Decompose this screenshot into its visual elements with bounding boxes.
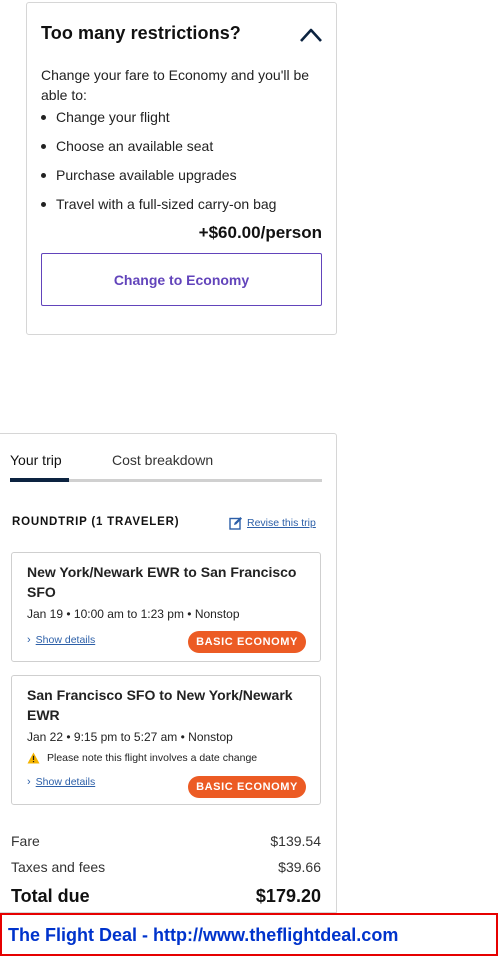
date-change-text: Please note this flight involves a date …: [47, 752, 258, 764]
fare-value: $139.54: [270, 833, 321, 849]
total-label: Total due: [11, 886, 90, 906]
watermark-banner: The Flight Deal - http://www.theflightde…: [0, 913, 498, 956]
taxes-row: Taxes and fees $39.66: [11, 859, 321, 875]
banner-text: The Flight Deal - http://www.theflightde…: [8, 925, 399, 945]
flight-route: New York/Newark EWR to San Francisco SFO: [27, 564, 297, 600]
show-details-label: Show details: [35, 634, 96, 646]
flight-segment-return: San Francisco SFO to New York/Newark EWR…: [11, 675, 321, 805]
benefit-item: Change your flight: [41, 107, 276, 136]
active-tab-indicator: [10, 478, 69, 482]
chevron-up-icon[interactable]: [299, 27, 323, 43]
chevron-right-icon: ›: [27, 634, 31, 646]
benefit-item: Choose an available seat: [41, 136, 276, 165]
fare-upgrade-card: Too many restrictions? Change your fare …: [26, 2, 337, 335]
taxes-value: $39.66: [278, 859, 321, 875]
show-details-link[interactable]: › Show details: [27, 634, 95, 646]
restrictions-title: Too many restrictions?: [41, 23, 241, 43]
upgrade-price: +$60.00/person: [198, 223, 322, 242]
benefit-list: Change your flight Choose an available s…: [41, 107, 276, 223]
tab-your-trip[interactable]: Your trip: [10, 452, 62, 468]
chevron-right-icon: ›: [27, 776, 31, 788]
roundtrip-label: ROUNDTRIP (1 TRAVELER): [12, 516, 180, 528]
revise-trip-link[interactable]: Revise this trip: [229, 516, 316, 530]
benefit-item: Purchase available upgrades: [41, 165, 276, 194]
trip-summary-card: Your trip Cost breakdown ROUNDTRIP (1 TR…: [0, 433, 337, 913]
total-value: $179.20: [255, 886, 321, 906]
date-change-notice: Please note this flight involves a date …: [27, 752, 257, 764]
show-details-label: Show details: [35, 776, 96, 788]
warning-icon: [27, 752, 40, 764]
revise-trip-label: Revise this trip: [247, 517, 316, 529]
flight-times: Jan 19 • 10:00 am to 1:23 pm • Nonstop: [27, 607, 240, 621]
fare-row: Fare $139.54: [11, 833, 321, 849]
edit-icon: [229, 517, 242, 530]
basic-economy-badge: BASIC ECONOMY: [188, 631, 306, 653]
benefit-item: Travel with a full-sized carry-on bag: [41, 194, 276, 223]
total-row: Total due $179.20: [11, 886, 321, 907]
restrictions-intro: Change your fare to Economy and you'll b…: [41, 67, 310, 103]
show-details-link[interactable]: › Show details: [27, 776, 95, 788]
flight-times: Jan 22 • 9:15 pm to 5:27 am • Nonstop: [27, 730, 233, 744]
fare-label: Fare: [11, 833, 40, 849]
flight-segment-outbound: New York/Newark EWR to San Francisco SFO…: [11, 552, 321, 662]
change-to-economy-button[interactable]: Change to Economy: [41, 253, 322, 306]
basic-economy-badge: BASIC ECONOMY: [188, 776, 306, 798]
taxes-label: Taxes and fees: [11, 859, 106, 875]
tab-cost-breakdown[interactable]: Cost breakdown: [112, 452, 213, 468]
flight-route: San Francisco SFO to New York/Newark EWR: [27, 687, 293, 723]
